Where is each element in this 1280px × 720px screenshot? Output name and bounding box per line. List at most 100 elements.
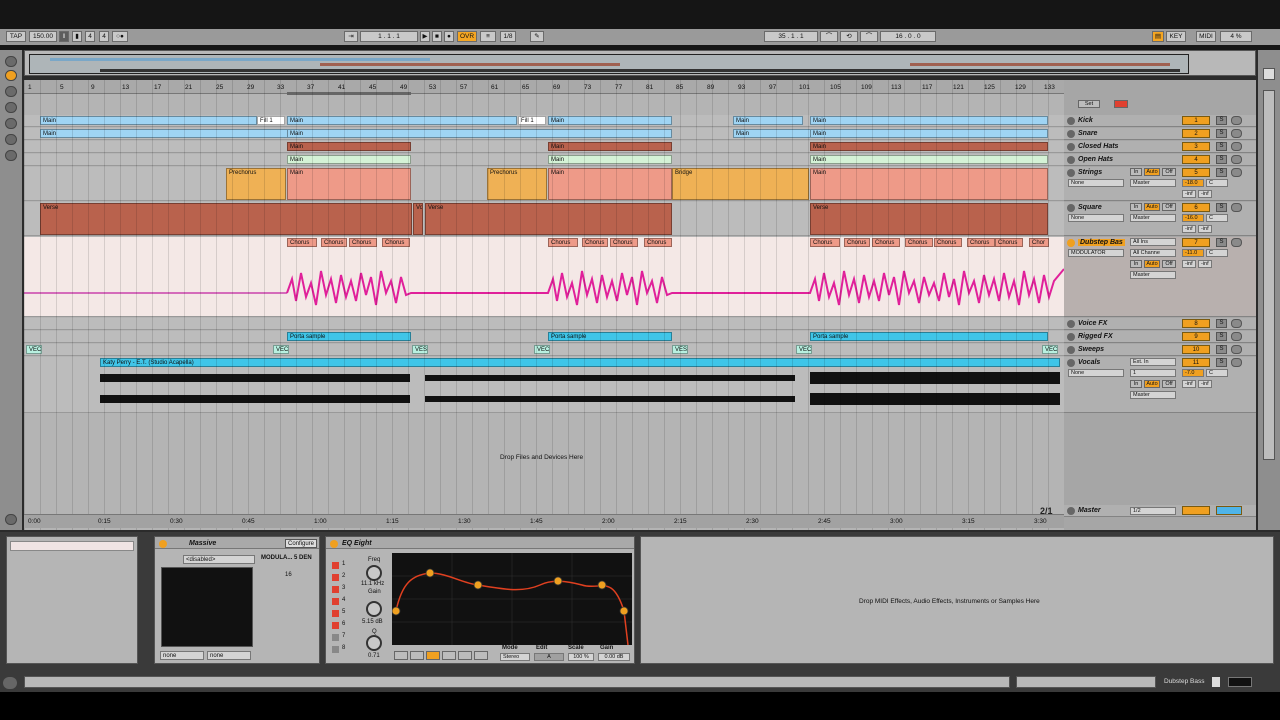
clip[interactable]: Chorus — [934, 238, 962, 247]
fold-icon[interactable] — [1067, 117, 1075, 125]
track-activator[interactable]: 8 — [1182, 319, 1210, 328]
clip[interactable]: Bridge — [672, 168, 809, 200]
track-header-master[interactable]: Master 1/2 — [1064, 505, 1256, 517]
browser-toggle-icon[interactable] — [5, 56, 17, 67]
clip[interactable]: VES — [672, 345, 688, 354]
arm-icon[interactable] — [1231, 142, 1242, 151]
clip[interactable]: Chorus — [872, 238, 900, 247]
clip[interactable]: VEC — [26, 345, 42, 354]
band-1[interactable]: 1 — [332, 561, 352, 571]
clip[interactable]: Main — [733, 129, 811, 138]
clip[interactable]: Main — [733, 116, 803, 125]
band-3[interactable]: 3 — [332, 585, 352, 595]
track-header-strings[interactable]: Strings None In Auto Off Master 5 -18.0 … — [1064, 167, 1256, 201]
track-name[interactable]: Rigged FX — [1078, 333, 1113, 340]
disk-browser-icon[interactable] — [5, 150, 17, 161]
lane-kick[interactable]: Main Fill 1 Main Fill 1 Main Main Main — [24, 115, 1064, 127]
lane-strings[interactable]: Prechorus Main Prechorus Main Bridge Mai… — [24, 167, 1064, 201]
gain-value[interactable]: 5.15 dB — [362, 619, 383, 625]
track-activator[interactable]: 9 — [1182, 332, 1210, 341]
clip[interactable]: Main — [40, 129, 288, 138]
monitor-auto-button[interactable]: Auto — [1144, 168, 1160, 176]
track-activator[interactable]: 5 — [1182, 168, 1210, 177]
volume-field[interactable]: -18.0 — [1182, 179, 1204, 187]
track-name[interactable]: Snare — [1078, 130, 1097, 137]
track-name[interactable]: Square — [1078, 204, 1102, 211]
clip[interactable]: Main — [810, 168, 1048, 200]
fold-icon[interactable] — [1067, 359, 1075, 367]
clip[interactable]: Main — [287, 116, 517, 125]
track-activator[interactable]: 10 — [1182, 345, 1210, 354]
lane-closed-hats[interactable]: Main Main Main — [24, 141, 1064, 153]
automation-chooser[interactable]: None — [1068, 369, 1124, 377]
mode-chooser[interactable]: Stereo — [500, 653, 530, 661]
folder-browser-icon[interactable] — [5, 134, 17, 145]
monitor-off-button[interactable]: Off — [1162, 260, 1176, 268]
filter-bell-icon[interactable] — [426, 651, 440, 660]
filter-lowcut-icon[interactable] — [394, 651, 408, 660]
device-on-icon[interactable] — [159, 540, 167, 548]
input-type-chooser[interactable]: All Ins — [1130, 238, 1176, 246]
arm-icon[interactable] — [1231, 319, 1242, 328]
track-activator[interactable]: 7 — [1182, 238, 1210, 247]
volume-field[interactable]: -16.0 — [1182, 214, 1204, 222]
clip[interactable]: Main — [287, 168, 411, 200]
solo-button[interactable]: S — [1216, 155, 1227, 164]
clip[interactable]: Chorus — [905, 238, 933, 247]
track-name[interactable]: Strings — [1078, 169, 1102, 176]
automation-chooser[interactable]: None — [1068, 214, 1124, 222]
track-name[interactable]: Kick — [1078, 117, 1093, 124]
output-gain-field[interactable]: 0.00 dB — [598, 653, 630, 661]
gain-knob[interactable] — [366, 601, 382, 617]
clip[interactable]: Prechorus — [487, 168, 547, 200]
zoom-icon[interactable] — [1263, 68, 1275, 80]
clip[interactable]: Verse — [40, 203, 412, 235]
clip[interactable]: Main — [810, 155, 1048, 164]
scroll-thumb[interactable] — [1263, 90, 1275, 460]
right-scrollbar[interactable] — [1258, 50, 1280, 530]
pan-field[interactable]: C — [1206, 249, 1228, 257]
track-activator[interactable]: 3 — [1182, 142, 1210, 151]
band-6[interactable]: 6 — [332, 621, 352, 631]
monitor-off-button[interactable]: Off — [1162, 380, 1176, 388]
clip-selector[interactable] — [10, 541, 134, 551]
clip[interactable]: VEC — [1042, 345, 1058, 354]
arm-icon[interactable] — [1231, 116, 1242, 125]
band-7[interactable]: 7 — [332, 633, 352, 643]
automation-arm-icon[interactable]: ≡ — [480, 31, 496, 42]
configure-button[interactable]: Configure — [285, 539, 317, 548]
clip[interactable]: Chorus — [321, 238, 347, 247]
device-browser-icon[interactable] — [5, 70, 17, 81]
lane-voice-fx[interactable] — [24, 318, 1064, 330]
loop-switch-icon[interactable]: ⟲ — [840, 31, 858, 42]
clip[interactable]: Chorus — [548, 238, 578, 247]
solo-button[interactable]: S — [1216, 345, 1227, 354]
track-header-open-hats[interactable]: Open Hats 4 S — [1064, 154, 1256, 166]
follow-icon[interactable]: ⇥ — [344, 31, 358, 42]
filter-lowshelf-icon[interactable] — [410, 651, 424, 660]
monitor-in-button[interactable]: In — [1130, 203, 1142, 211]
clip[interactable]: Prechorus — [226, 168, 286, 200]
tempo-field[interactable]: 150.00 — [29, 31, 57, 42]
punch-in-icon[interactable]: ⌒ — [820, 31, 838, 42]
clip[interactable]: Chorus — [995, 238, 1023, 247]
monitor-off-button[interactable]: Off — [1162, 203, 1176, 211]
clip[interactable]: Vo — [413, 203, 423, 235]
solo-button[interactable]: S — [1216, 332, 1227, 341]
track-header-closed-hats[interactable]: Closed Hats 3 S — [1064, 141, 1256, 153]
automation-device-chooser[interactable]: MODULATOR — [1068, 249, 1124, 257]
lane-dubstep-bass[interactable]: Chorus Chorus Chorus Chorus Chorus Choru… — [24, 237, 1064, 317]
massive-device[interactable]: Massive Configure <disabled> MODULA... 5… — [154, 536, 320, 664]
input-type-chooser[interactable]: Ext. In — [1130, 358, 1176, 366]
clip-overview[interactable] — [6, 536, 138, 664]
clip[interactable]: Porta sample — [548, 332, 672, 341]
view-toggle-icon[interactable] — [1212, 677, 1220, 687]
lane-sweeps[interactable]: VEC VEC VES VEC VES VEC VEC — [24, 344, 1064, 356]
info-toggle-icon[interactable] — [3, 677, 17, 689]
clip[interactable]: VES — [412, 345, 428, 354]
clip[interactable]: Fill 1 — [518, 116, 546, 125]
track-name[interactable]: Master — [1078, 507, 1101, 514]
track-name[interactable]: Closed Hats — [1078, 143, 1118, 150]
track-activator[interactable]: 1 — [1182, 116, 1210, 125]
eq-display[interactable] — [392, 553, 632, 645]
